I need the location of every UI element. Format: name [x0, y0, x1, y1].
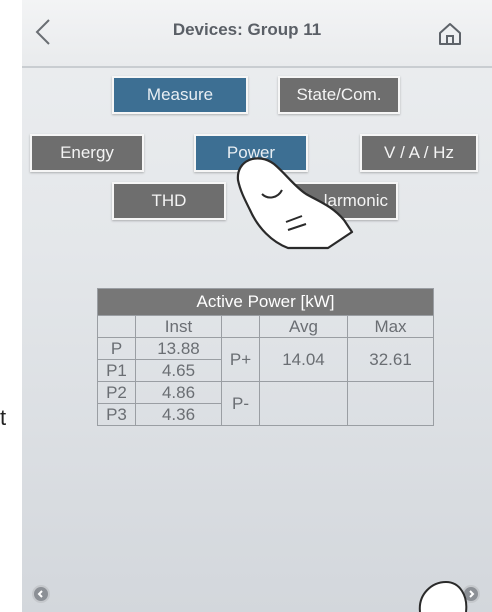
tab-harmonic[interactable]: larmonic: [280, 182, 398, 220]
tab-v-a-hz[interactable]: V / A / Hz: [360, 134, 478, 172]
p-plus-label: P+: [221, 337, 260, 382]
tab-state-com[interactable]: State/Com.: [278, 76, 400, 114]
table-row: P 13.88 P+ 14.04 32.61: [97, 337, 435, 382]
table-corner-cell: [97, 315, 136, 338]
p-plus-max: 32.61: [346, 337, 435, 382]
tab-measure[interactable]: Measure: [112, 76, 248, 114]
chevron-right-icon: [469, 590, 475, 598]
device-screen: Devices: Group 11 Measure State/Com. Ene…: [22, 0, 492, 612]
p-minus-max: [346, 381, 435, 426]
p-minus-avg: [259, 381, 348, 426]
table-header-row: Inst Avg Max: [97, 315, 435, 338]
column-header-avg: Avg: [259, 315, 348, 338]
scroll-left-button[interactable]: [32, 585, 50, 603]
chevron-left-icon: [35, 19, 50, 45]
column-header-inst: Inst: [135, 315, 222, 338]
table-caption: Active Power [kW]: [96, 288, 435, 316]
back-button[interactable]: [28, 14, 58, 50]
active-power-table: Active Power [kW] Inst Avg Max P 13.88 P…: [96, 288, 435, 426]
inst-value: 4.86: [135, 381, 222, 404]
table-row: P2 4.86 P-: [97, 381, 435, 426]
column-header-max: Max: [346, 315, 435, 338]
p-plus-avg: 14.04: [259, 337, 348, 382]
inst-value: 13.88: [135, 337, 222, 360]
column-header-spacer: [221, 315, 260, 338]
home-button[interactable]: [430, 16, 470, 52]
row-label: P3: [97, 403, 136, 426]
home-icon: [439, 23, 461, 45]
inst-value: 4.36: [135, 403, 222, 426]
row-label: P1: [97, 359, 136, 382]
page-title: Devices: Group 11: [172, 20, 322, 39]
chevron-left-icon: [37, 590, 43, 598]
scroll-right-button[interactable]: [462, 585, 480, 603]
row-label: P2: [97, 381, 136, 404]
tab-power[interactable]: Power: [194, 134, 308, 172]
inst-value: 4.65: [135, 359, 222, 382]
p-minus-label: P-: [221, 381, 260, 426]
header-bar: Devices: Group 11: [22, 0, 492, 68]
row-label: P: [97, 337, 136, 360]
tab-energy[interactable]: Energy: [30, 134, 144, 172]
tab-thd[interactable]: THD: [112, 182, 226, 220]
stray-letter: t: [0, 405, 7, 430]
